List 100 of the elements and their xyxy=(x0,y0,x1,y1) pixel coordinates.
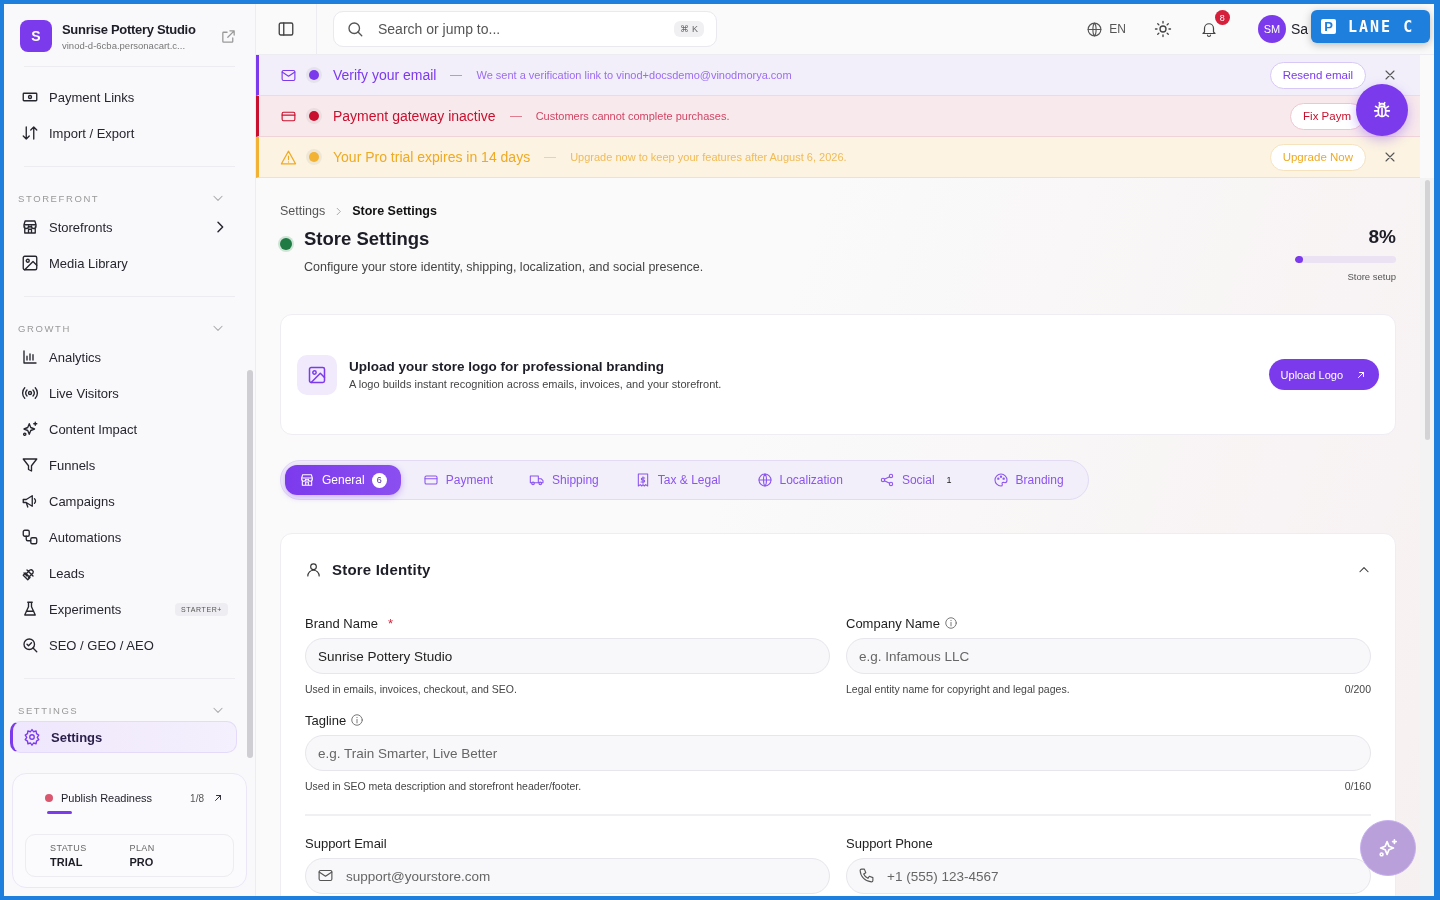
settings-icon xyxy=(23,728,41,746)
store-name: Sunrise Pottery Studio xyxy=(62,21,197,37)
banner-action-button[interactable]: Resend email xyxy=(1269,61,1366,89)
user-icon xyxy=(305,561,322,578)
tab[interactable]: Branding xyxy=(978,465,1078,495)
section-heading: SETTINGS xyxy=(18,704,79,716)
char-counter: 0/160 xyxy=(1344,780,1371,792)
p-icon: P xyxy=(1321,19,1336,34)
sidebar-item[interactable]: Content Impact xyxy=(10,411,237,447)
search-check-icon xyxy=(21,636,39,654)
input-field[interactable]: Sunrise Pottery Studio xyxy=(305,638,830,674)
image-glyph-icon xyxy=(307,364,327,385)
banner-message: Customers cannot complete purchases. xyxy=(535,110,731,122)
required-mark: * xyxy=(388,615,394,631)
char-counter: 0/200 xyxy=(1344,683,1371,695)
sun-icon xyxy=(1153,20,1172,38)
status-dot xyxy=(280,238,292,250)
input-field[interactable]: e.g. Train Smarter, Live Better xyxy=(305,735,1371,771)
breadcrumb-item: Store Settings xyxy=(352,204,437,218)
lane-badge: P LANE C xyxy=(1311,10,1430,43)
breadcrumb-item[interactable]: Settings xyxy=(280,204,326,218)
sidebar-item[interactable]: SEO / GEO / AEO xyxy=(10,627,237,663)
status-dot xyxy=(309,111,319,121)
image-icon xyxy=(21,254,39,272)
external-link-icon xyxy=(220,27,237,45)
banner-title: Verify your email xyxy=(333,67,437,83)
sparkle-icon xyxy=(21,420,39,438)
tab[interactable]: Tax & Legal xyxy=(620,465,735,495)
plan-label: PLAN xyxy=(129,843,156,853)
sidebar-item[interactable]: Analytics xyxy=(10,339,237,375)
page-description: Configure your store identity, shipping, localization, and social presence. xyxy=(304,260,704,274)
progress-label: Store setup xyxy=(1346,271,1396,282)
input-field[interactable]: +1 (555) 123-4567 xyxy=(846,858,1371,894)
count-badge: 6 xyxy=(371,472,387,488)
scrollbar[interactable] xyxy=(1424,180,1430,440)
sidebar-item[interactable]: Settings xyxy=(10,721,237,753)
status-dot xyxy=(309,70,319,80)
sidebar-item[interactable]: Import / Export xyxy=(10,115,237,151)
field-label: Tagline xyxy=(305,712,347,728)
card-icon xyxy=(422,472,439,488)
notification-badge: 8 xyxy=(1214,10,1230,25)
sidebar-item[interactable]: Leads xyxy=(10,555,237,591)
funnel-icon xyxy=(21,456,39,474)
card-text: A logo builds instant recognition across emails, invoices, and your storefront. xyxy=(349,378,723,390)
search-icon xyxy=(346,20,364,38)
palette-icon xyxy=(992,472,1009,488)
banner-title: Payment gateway inactive xyxy=(333,108,496,124)
banner-message: Upgrade now to keep your features after August 6, 2026. xyxy=(570,151,848,163)
tab[interactable]: Localization xyxy=(742,465,857,495)
field-label: Support Phone xyxy=(846,835,933,851)
status-dot xyxy=(45,794,53,802)
info-icon xyxy=(350,713,365,727)
status-dot xyxy=(309,152,319,162)
broadcast-icon xyxy=(21,384,39,402)
globe-icon xyxy=(756,472,773,488)
card-title: Upload your store logo for professional branding xyxy=(349,359,665,374)
tab[interactable]: Social 1 xyxy=(864,465,971,495)
sparkle-icon xyxy=(1377,837,1399,859)
mail-icon xyxy=(317,867,334,884)
share-icon xyxy=(878,472,895,488)
sidebar-item[interactable]: Media Library xyxy=(10,245,237,281)
field-label: Support Email xyxy=(305,835,387,851)
banner-title: Your Pro trial expires in 14 days xyxy=(333,149,531,165)
sidebar-item[interactable]: Funnels xyxy=(10,447,237,483)
store-domain: vinod-d-6cba.personacart.c... xyxy=(62,39,187,51)
store-icon xyxy=(299,472,315,488)
search-field[interactable]: Search or jump to... ⌘ K xyxy=(333,11,717,47)
globe-icon xyxy=(1086,20,1104,38)
sidebar-item[interactable]: Live Visitors xyxy=(10,375,237,411)
page-title: Store Settings xyxy=(304,228,431,250)
store-logo: S xyxy=(20,20,52,52)
help-text: Used in emails, invoices, checkout, and SEO. xyxy=(305,683,517,695)
megaphone-icon xyxy=(21,492,39,510)
tab[interactable]: Shipping xyxy=(515,465,613,495)
field-label: Brand Name xyxy=(305,615,378,631)
tab[interactable]: Payment xyxy=(408,465,508,495)
status-label: STATUS xyxy=(50,843,88,853)
tab[interactable]: General 6 xyxy=(285,465,401,495)
flask-icon xyxy=(21,600,39,618)
input-field[interactable]: e.g. Infamous LLC xyxy=(846,638,1371,674)
panel-icon xyxy=(277,20,295,38)
field-label: Company Name xyxy=(846,615,940,631)
sidebar-item[interactable]: Campaigns xyxy=(10,483,237,519)
upload-button[interactable]: Upload Logo xyxy=(1268,359,1379,390)
sidebar-item[interactable]: Automations xyxy=(10,519,237,555)
section-heading: GROWTH xyxy=(18,322,71,334)
section-heading: STOREFRONT xyxy=(18,192,100,204)
avatar[interactable]: SM xyxy=(1257,15,1286,43)
progress-value: 8% xyxy=(1367,226,1396,248)
info-icon xyxy=(943,616,958,630)
sidebar-item[interactable]: Payment Links xyxy=(10,79,237,115)
input-field[interactable]: support@yourstore.com xyxy=(305,858,830,894)
arrow-icon xyxy=(212,792,224,804)
arrows-icon xyxy=(21,124,39,142)
scrollbar[interactable] xyxy=(247,370,253,758)
help-text: Legal entity name for copyright and legal pages. xyxy=(846,683,1070,695)
readiness-count: 1/8 xyxy=(190,792,204,804)
store-icon xyxy=(21,218,39,236)
sidebar-item[interactable]: Storefronts xyxy=(10,209,237,245)
language-selector[interactable]: EN xyxy=(1086,20,1126,38)
